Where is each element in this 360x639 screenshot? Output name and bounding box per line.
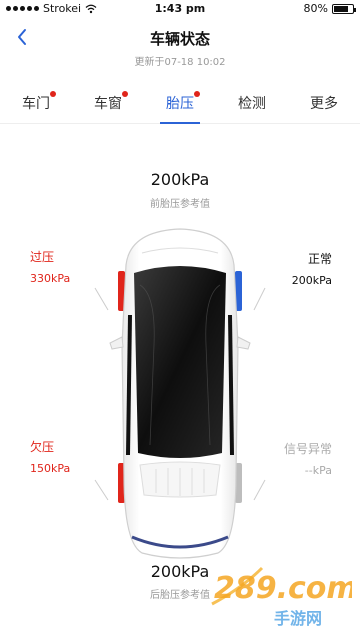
watermark-sub: 手游网	[274, 609, 322, 628]
watermark-brand: 289.com	[214, 571, 352, 606]
site-watermark-logo: 289.com 手游网	[211, 566, 352, 628]
car-top-view-illustration	[109, 228, 251, 559]
